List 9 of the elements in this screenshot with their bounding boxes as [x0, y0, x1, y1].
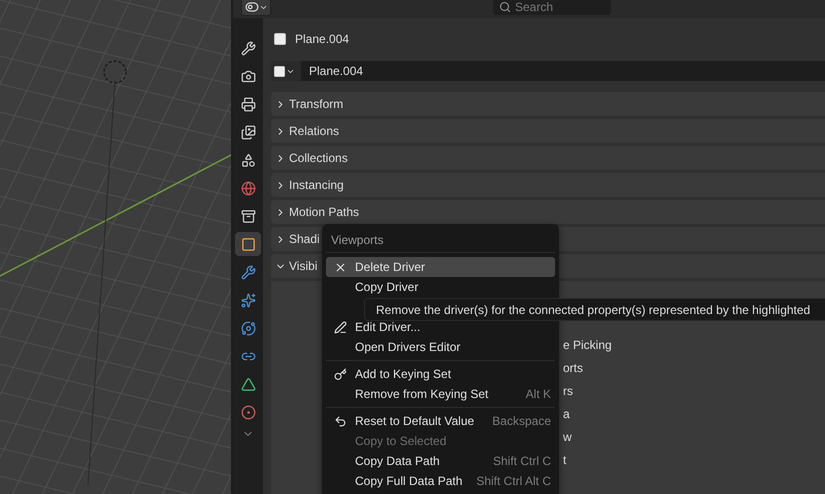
property-label: w — [563, 428, 573, 446]
tooltip: Remove the driver(s) for the connected property(s) represented by the highlighted — [364, 298, 825, 321]
property-label: rs — [563, 382, 574, 400]
property-label: e Picking — [563, 336, 613, 354]
menu-title: Viewports — [326, 228, 555, 253]
property-label: t — [563, 452, 568, 468]
object-title: Plane.004 — [295, 32, 350, 46]
property-label: a — [563, 406, 571, 422]
property-label: orts — [563, 360, 584, 376]
